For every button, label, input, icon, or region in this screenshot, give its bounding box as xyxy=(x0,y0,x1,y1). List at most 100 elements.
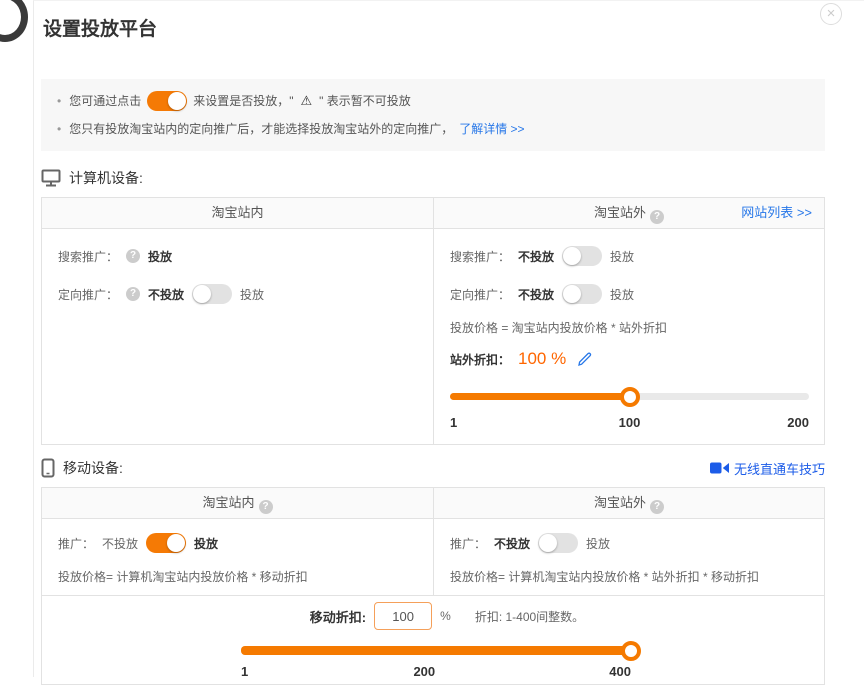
corner-artifact xyxy=(0,0,28,42)
computer-offsite-target-row: 定向推广： 不投放 投放 xyxy=(450,280,808,308)
help-icon[interactable]: ? xyxy=(126,249,140,263)
promo-label: 推广： xyxy=(450,535,486,552)
on-state-label: 投放 xyxy=(586,535,610,552)
mobile-offsite-header-label: 淘宝站外 xyxy=(594,495,646,510)
slider-fill xyxy=(450,393,630,400)
computer-section-header: 计算机设备: xyxy=(41,167,825,189)
help-icon[interactable]: ? xyxy=(650,500,664,514)
dialog-content: • 您可通过点击 来设置是否投放，"⚠" 表示暂不可投放 • 您只有投放淘宝站内… xyxy=(41,79,825,685)
slider-thumb[interactable] xyxy=(620,387,640,407)
mobile-onsite-cell: 推广： 不投放 投放 投放价格= 计算机淘宝站内投放价格 * 移动折扣 xyxy=(42,519,433,595)
offsite-discount-label: 站外折扣： xyxy=(450,351,510,368)
computer-table: 淘宝站内 淘宝站外? 网站列表 >> 搜索推广： ? 投放 xyxy=(41,197,825,445)
mobile-table-body: 推广： 不投放 投放 投放价格= 计算机淘宝站内投放价格 * 移动折扣 推广： … xyxy=(42,519,824,595)
computer-onsite-search-row: 搜索推广： ? 投放 xyxy=(58,242,417,270)
bullet-icon: • xyxy=(57,118,61,140)
offsite-discount-value: 100 % xyxy=(518,349,566,369)
computer-onsite-header: 淘宝站内 xyxy=(42,198,433,228)
help-icon[interactable]: ? xyxy=(650,210,664,224)
mobile-section-header: 移动设备: 无线直通车技巧 xyxy=(41,457,825,479)
wireless-tips-link[interactable]: 无线直通车技巧 xyxy=(710,459,825,478)
site-list-link[interactable]: 网站列表 >> xyxy=(741,198,812,228)
tick-max: 200 xyxy=(787,415,809,430)
computer-table-body: 搜索推广： ? 投放 定向推广： ? 不投放 投放 xyxy=(42,229,824,444)
offsite-discount-slider xyxy=(450,386,809,406)
computer-offsite-header-label: 淘宝站外 xyxy=(594,205,646,220)
mobile-discount-block: 移动折扣: % 折扣: 1-400间整数。 1 200 400 xyxy=(42,595,824,684)
on-state-label: 投放 xyxy=(610,248,634,265)
mobile-offsite-promo-toggle[interactable] xyxy=(538,533,578,553)
slider-fill xyxy=(241,646,631,655)
toggle-knob xyxy=(563,285,581,303)
mobile-slider-ticks: 1 200 400 xyxy=(241,664,631,680)
video-camera-icon xyxy=(710,462,729,474)
mobile-offsite-promo-row: 推广： 不投放 投放 xyxy=(450,529,808,557)
help-icon[interactable]: ? xyxy=(126,287,140,301)
notice-line-2: • 您只有投放淘宝站内的定向推广后，才能选择投放淘宝站外的定向推广， 了解详情 … xyxy=(57,118,809,140)
mobile-discount-input[interactable] xyxy=(374,602,432,630)
mobile-table: 淘宝站内? 淘宝站外? 推广： 不投放 投放 投放价格= 计算 xyxy=(41,487,825,685)
discount-hint: 折扣: 1-400间整数。 xyxy=(475,608,584,625)
notice-text-before-toggle: 您可通过点击 xyxy=(69,90,141,112)
computer-offsite-cell: 搜索推广： 不投放 投放 定向推广： 不投放 投放 投放价格 = 淘宝站内投放价… xyxy=(433,229,824,444)
mobile-offsite-formula: 投放价格= 计算机淘宝站内投放价格 * 站外折扣 * 移动折扣 xyxy=(450,569,808,585)
toggle-knob xyxy=(168,92,186,110)
on-state-label: 投放 xyxy=(240,286,264,303)
mobile-phone-icon xyxy=(41,458,55,478)
tick-max: 400 xyxy=(609,664,631,679)
notice-box: • 您可通过点击 来设置是否投放，"⚠" 表示暂不可投放 • 您只有投放淘宝站内… xyxy=(41,79,825,151)
edit-pencil-icon[interactable] xyxy=(578,352,592,366)
mobile-discount-slider xyxy=(241,640,631,660)
off-state-label: 不投放 xyxy=(518,248,554,265)
mobile-section-label: 移动设备: xyxy=(63,458,123,478)
target-promo-label: 定向推广： xyxy=(58,286,118,303)
learn-more-link[interactable]: 了解详情 >> xyxy=(459,118,524,140)
toggle-knob xyxy=(193,285,211,303)
slider-thumb[interactable] xyxy=(621,641,641,661)
mobile-discount-label: 移动折扣: xyxy=(310,607,366,626)
sample-toggle xyxy=(147,91,187,111)
wireless-tips-label: 无线直通车技巧 xyxy=(734,459,825,478)
mobile-discount-row: 移动折扣: % 折扣: 1-400间整数。 xyxy=(56,602,838,630)
computer-offsite-target-toggle[interactable] xyxy=(562,284,602,304)
computer-table-header: 淘宝站内 淘宝站外? 网站列表 >> xyxy=(42,198,824,229)
notice-text-after-toggle: 来设置是否投放，" xyxy=(193,90,293,112)
computer-offsite-header: 淘宝站外? 网站列表 >> xyxy=(433,198,824,228)
computer-offsite-search-row: 搜索推广： 不投放 投放 xyxy=(450,242,808,270)
tick-mid: 200 xyxy=(413,664,435,679)
mobile-onsite-formula: 投放价格= 计算机淘宝站内投放价格 * 移动折扣 xyxy=(58,569,417,585)
percent-sign: % xyxy=(440,609,451,623)
target-promo-label: 定向推广： xyxy=(450,286,510,303)
notice-line-1: • 您可通过点击 来设置是否投放，"⚠" 表示暂不可投放 xyxy=(57,90,809,112)
promo-label: 推广： xyxy=(58,535,94,552)
off-state-label: 不投放 xyxy=(494,535,530,552)
computer-offsite-search-toggle[interactable] xyxy=(562,246,602,266)
mobile-onsite-promo-toggle[interactable] xyxy=(146,533,186,553)
search-promo-status: 投放 xyxy=(148,248,172,265)
notice-text-2: 您只有投放淘宝站内的定向推广后，才能选择投放淘宝站外的定向推广， xyxy=(69,118,453,140)
toggle-knob xyxy=(563,247,581,265)
computer-onsite-target-row: 定向推广： ? 不投放 投放 xyxy=(58,280,417,308)
mobile-table-header: 淘宝站内? 淘宝站外? xyxy=(42,488,824,519)
tick-min: 1 xyxy=(241,664,248,679)
computer-onsite-target-toggle[interactable] xyxy=(192,284,232,304)
on-state-label: 投放 xyxy=(194,535,218,552)
notice-text-end: " 表示暂不可投放 xyxy=(319,90,411,112)
on-state-label: 投放 xyxy=(610,286,634,303)
tick-min: 1 xyxy=(450,415,457,430)
computer-onsite-header-label: 淘宝站内 xyxy=(211,205,263,220)
page-title: 设置投放平台 xyxy=(43,17,864,43)
close-icon[interactable]: × xyxy=(820,3,842,25)
tick-mid: 100 xyxy=(619,415,641,430)
offsite-discount-row: 站外折扣： 100 % xyxy=(450,346,808,372)
computer-onsite-cell: 搜索推广： ? 投放 定向推广： ? 不投放 投放 xyxy=(42,229,433,444)
toggle-knob xyxy=(167,534,185,552)
mobile-onsite-header-label: 淘宝站内 xyxy=(202,495,254,510)
search-promo-label: 搜索推广： xyxy=(58,248,118,265)
mobile-offsite-cell: 推广： 不投放 投放 投放价格= 计算机淘宝站内投放价格 * 站外折扣 * 移动… xyxy=(433,519,824,595)
mobile-onsite-header: 淘宝站内? xyxy=(42,488,433,518)
help-icon[interactable]: ? xyxy=(259,500,273,514)
off-state-label: 不投放 xyxy=(102,535,138,552)
toggle-knob xyxy=(539,534,557,552)
bullet-icon: • xyxy=(57,90,61,112)
